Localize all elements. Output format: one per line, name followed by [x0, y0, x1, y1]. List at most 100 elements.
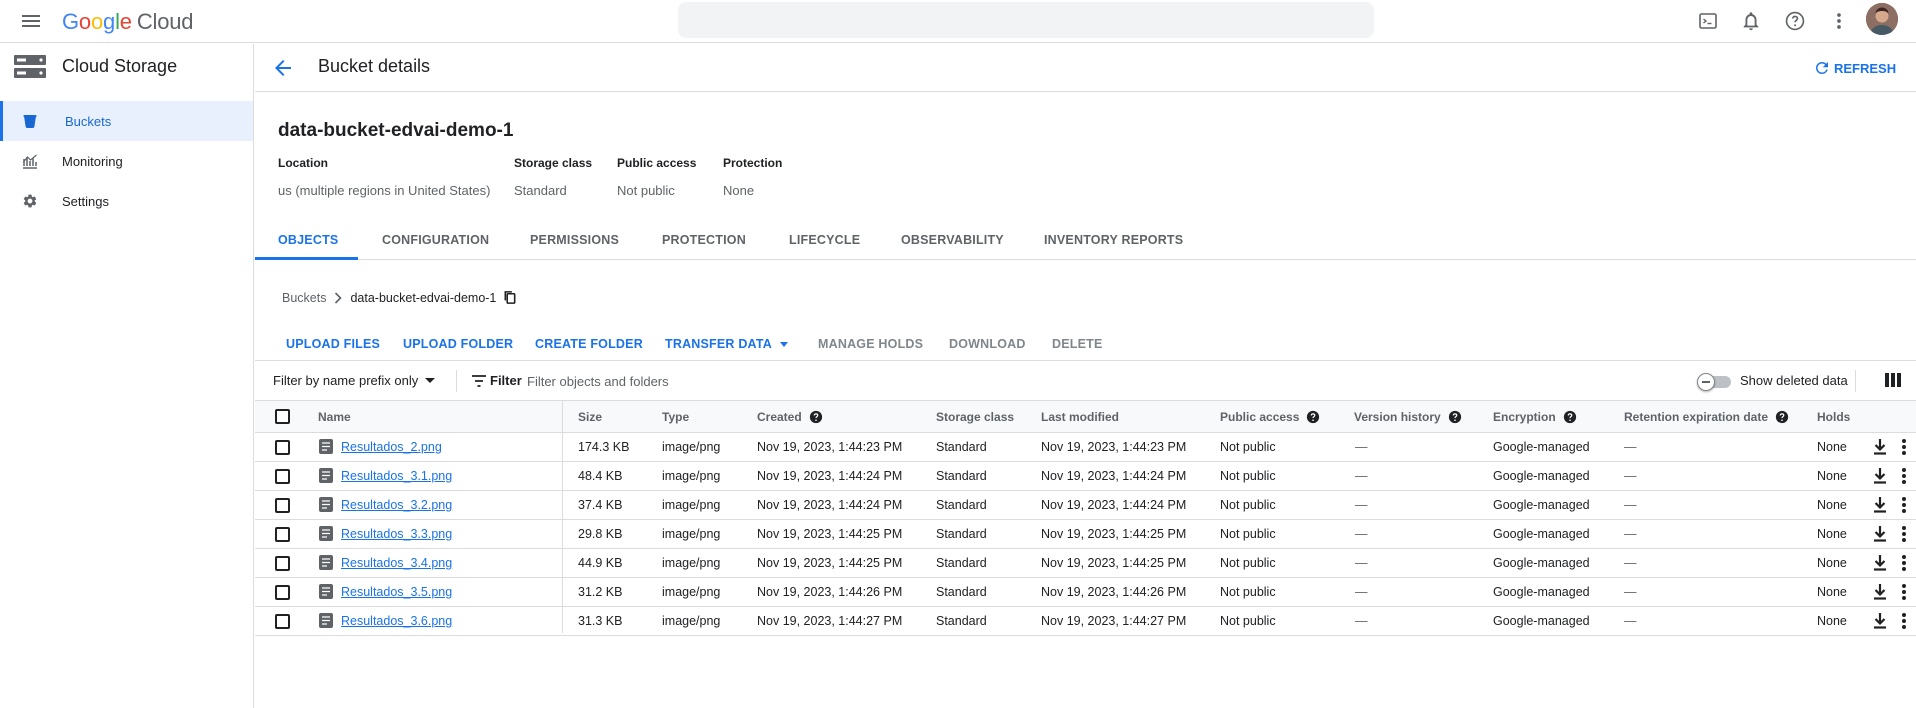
monitoring-icon: [22, 153, 38, 169]
cell-public-access: Not public: [1220, 585, 1276, 599]
col-holds[interactable]: Holds: [1817, 410, 1850, 424]
column-display-icon[interactable]: [1885, 373, 1901, 387]
refresh-button[interactable]: REFRESH: [1813, 59, 1896, 77]
cell-storage-class: Standard: [936, 527, 987, 541]
menu-icon[interactable]: [19, 9, 43, 33]
cell-storage-class: Standard: [936, 556, 987, 570]
col-public-access[interactable]: Public access: [1220, 410, 1320, 424]
tab-configuration[interactable]: CONFIGURATION: [382, 220, 489, 260]
cell-retention: —: [1624, 527, 1637, 541]
download-icon[interactable]: [1872, 583, 1888, 601]
more-vert-icon[interactable]: [1901, 467, 1907, 485]
more-vert-icon[interactable]: [1901, 438, 1907, 456]
more-vert-icon[interactable]: [1901, 583, 1907, 601]
col-version-history[interactable]: Version history: [1354, 410, 1462, 424]
download-button[interactable]: DOWNLOAD: [949, 326, 1026, 362]
object-name-link[interactable]: Resultados_3.6.png: [341, 614, 452, 628]
copy-icon[interactable]: [503, 290, 517, 305]
object-name-link[interactable]: Resultados_3.4.png: [341, 556, 452, 570]
object-name-link[interactable]: Resultados_3.2.png: [341, 498, 452, 512]
cloud-shell-icon[interactable]: [1695, 8, 1721, 34]
delete-button[interactable]: DELETE: [1052, 326, 1103, 362]
cell-size: 37.4 KB: [578, 498, 623, 512]
help-icon[interactable]: [1448, 410, 1462, 424]
cell-public-access: Not public: [1220, 614, 1276, 628]
download-icon[interactable]: [1872, 525, 1888, 543]
object-name-link[interactable]: Resultados_3.1.png: [341, 469, 452, 483]
col-type[interactable]: Type: [662, 410, 689, 424]
sidebar-item-settings[interactable]: Settings: [0, 181, 253, 221]
create-folder-button[interactable]: CREATE FOLDER: [535, 326, 643, 362]
back-arrow-icon[interactable]: [271, 56, 295, 80]
tab-objects[interactable]: OBJECTS: [278, 220, 338, 260]
help-icon[interactable]: [1782, 8, 1808, 34]
col-last-modified[interactable]: Last modified: [1041, 410, 1119, 424]
show-deleted-toggle[interactable]: [1697, 373, 1731, 391]
info-public-access: Public access Not public: [617, 156, 696, 198]
upload-files-button[interactable]: UPLOAD FILES: [286, 326, 380, 362]
help-icon[interactable]: [1306, 410, 1320, 424]
tab-permissions[interactable]: PERMISSIONS: [530, 220, 619, 260]
logo-letter: g: [103, 9, 116, 34]
row-checkbox[interactable]: [275, 440, 290, 455]
col-retention-expiration[interactable]: Retention expiration date: [1624, 410, 1789, 424]
help-icon[interactable]: [1563, 410, 1577, 424]
object-name-link[interactable]: Resultados_3.3.png: [341, 527, 452, 541]
help-icon[interactable]: [1775, 410, 1789, 424]
cell-encryption: Google-managed: [1493, 498, 1590, 512]
download-icon[interactable]: [1872, 438, 1888, 456]
more-vert-icon[interactable]: [1901, 554, 1907, 572]
notifications-icon[interactable]: [1738, 8, 1764, 34]
help-icon[interactable]: [809, 410, 823, 424]
more-vert-icon[interactable]: [1901, 496, 1907, 514]
upload-folder-button[interactable]: UPLOAD FOLDER: [403, 326, 513, 362]
download-icon[interactable]: [1872, 467, 1888, 485]
row-checkbox[interactable]: [275, 614, 290, 629]
avatar[interactable]: [1866, 3, 1898, 35]
row-checkbox[interactable]: [275, 527, 290, 542]
row-checkbox[interactable]: [275, 585, 290, 600]
more-vert-icon[interactable]: [1826, 8, 1852, 34]
show-deleted-label: Show deleted data: [1740, 373, 1848, 388]
more-vert-icon[interactable]: [1901, 612, 1907, 630]
table-row: Resultados_3.5.png 31.2 KB image/png Nov 19…: [255, 578, 1916, 607]
col-name[interactable]: Name: [318, 410, 351, 424]
more-vert-icon[interactable]: [1901, 525, 1907, 543]
table-row: Resultados_3.2.png 37.4 KB image/png Nov 19…: [255, 491, 1916, 520]
select-all-checkbox[interactable]: [275, 409, 290, 424]
object-name-link[interactable]: Resultados_3.5.png: [341, 585, 452, 599]
google-cloud-logo[interactable]: Google Cloud: [62, 9, 193, 35]
tab-lifecycle[interactable]: LIFECYCLE: [789, 220, 860, 260]
download-icon[interactable]: [1872, 496, 1888, 514]
tab-protection[interactable]: PROTECTION: [662, 220, 746, 260]
sidebar-item-monitoring[interactable]: Monitoring: [0, 141, 253, 181]
cell-type: image/png: [662, 469, 721, 483]
filter-prefix-select[interactable]: Filter by name prefix only: [273, 373, 436, 388]
tab-inventory-reports[interactable]: INVENTORY REPORTS: [1044, 220, 1183, 260]
row-checkbox[interactable]: [275, 469, 290, 484]
manage-holds-button[interactable]: MANAGE HOLDS: [818, 326, 923, 362]
col-storage-class[interactable]: Storage class: [936, 410, 1014, 424]
cell-size: 174.3 KB: [578, 440, 630, 454]
filter-label: Filter: [490, 373, 522, 388]
filter-button[interactable]: Filter: [471, 373, 522, 388]
search-bar[interactable]: [678, 2, 1374, 38]
row-checkbox[interactable]: [275, 556, 290, 571]
col-encryption[interactable]: Encryption: [1493, 410, 1577, 424]
breadcrumb-buckets[interactable]: Buckets: [282, 291, 326, 305]
info-key: Protection: [723, 156, 783, 170]
transfer-data-button[interactable]: TRANSFER DATA: [665, 326, 788, 362]
info-value: Not public: [617, 183, 675, 198]
cell-type: image/png: [662, 440, 721, 454]
refresh-icon: [1813, 59, 1831, 77]
filter-input[interactable]: [527, 369, 1027, 393]
object-name-link[interactable]: Resultados_2.png: [341, 440, 442, 454]
download-icon[interactable]: [1872, 612, 1888, 630]
download-icon[interactable]: [1872, 554, 1888, 572]
col-created[interactable]: Created: [757, 410, 823, 424]
tab-observability[interactable]: OBSERVABILITY: [901, 220, 1004, 260]
sidebar-item-buckets[interactable]: Buckets: [0, 101, 253, 141]
col-size[interactable]: Size: [578, 410, 602, 424]
cell-created: Nov 19, 2023, 1:44:25 PM: [757, 527, 903, 541]
row-checkbox[interactable]: [275, 498, 290, 513]
